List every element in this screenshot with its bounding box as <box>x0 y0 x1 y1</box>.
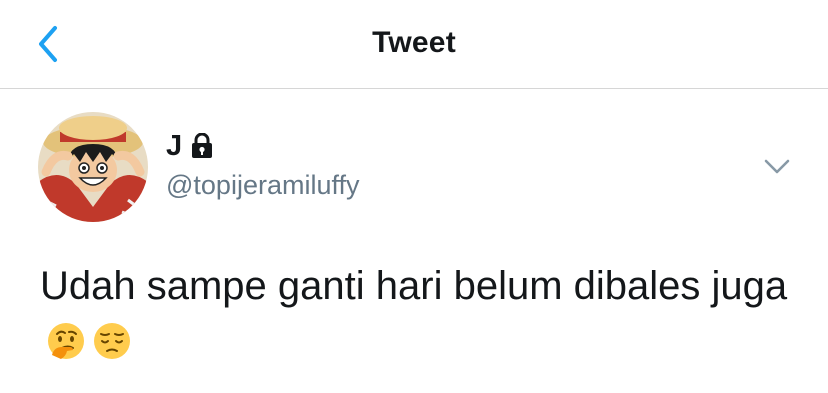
navigation-header: Tweet <box>0 0 828 89</box>
author-name-row[interactable]: J <box>166 129 214 163</box>
pensive-face-emoji <box>94 323 130 359</box>
tweet-menu-button[interactable] <box>760 152 794 182</box>
chevron-down-icon <box>764 159 790 174</box>
thinking-face-emoji <box>48 323 84 359</box>
tweet-text: Udah sampe ganti hari belum dibales juga <box>40 258 800 370</box>
tweet-text-content: Udah sampe ganti hari belum dibales juga <box>40 264 788 308</box>
avatar[interactable] <box>38 112 148 222</box>
tweet-detail-screen: Tweet J @topijeramiluffy Udah sampe gant… <box>0 0 828 393</box>
lock-icon <box>190 133 214 159</box>
avatar-image <box>38 112 148 222</box>
author-handle[interactable]: @topijeramiluffy <box>166 170 359 201</box>
page-title: Tweet <box>372 26 456 59</box>
author-display-name: J <box>166 129 183 162</box>
